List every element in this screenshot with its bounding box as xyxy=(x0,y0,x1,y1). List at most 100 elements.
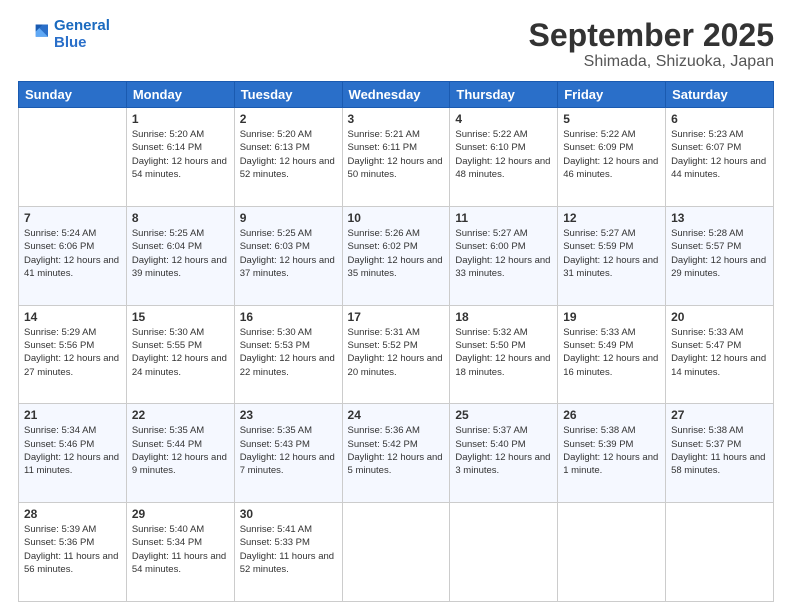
day-number: 20 xyxy=(671,310,768,324)
weekday-header-saturday: Saturday xyxy=(666,82,774,108)
day-cell: 19 Sunrise: 5:33 AMSunset: 5:49 PMDayligh… xyxy=(558,305,666,404)
day-cell: 11 Sunrise: 5:27 AMSunset: 6:00 PMDayligh… xyxy=(450,206,558,305)
day-info: Sunrise: 5:31 AMSunset: 5:52 PMDaylight:… xyxy=(348,326,445,379)
day-info: Sunrise: 5:39 AMSunset: 5:36 PMDaylight:… xyxy=(24,523,121,576)
day-cell xyxy=(450,503,558,602)
day-number: 4 xyxy=(455,112,552,126)
day-number: 25 xyxy=(455,408,552,422)
header: General Blue September 2025 Shimada, Shi… xyxy=(18,18,774,71)
day-cell xyxy=(19,108,127,207)
day-number: 21 xyxy=(24,408,121,422)
day-number: 5 xyxy=(563,112,660,126)
day-info: Sunrise: 5:33 AMSunset: 5:47 PMDaylight:… xyxy=(671,326,768,379)
day-cell: 24Sunrise: 5:36 AMSunset: 5:42 PMDayligh… xyxy=(342,404,450,503)
day-number: 12 xyxy=(563,211,660,225)
day-number: 17 xyxy=(348,310,445,324)
logo-blue: Blue xyxy=(54,35,110,52)
day-info: Sunrise: 5:25 AMSunset: 6:04 PMDaylight:… xyxy=(132,227,229,280)
day-cell: 1Sunrise: 5:20 AMSunset: 6:14 PMDaylight… xyxy=(126,108,234,207)
day-number: 19 xyxy=(563,310,660,324)
day-info: Sunrise: 5:37 AMSunset: 5:40 PMDaylight:… xyxy=(455,424,552,477)
day-cell: 30 Sunrise: 5:41 AMSunset: 5:33 PMDayligh… xyxy=(234,503,342,602)
day-info: Sunrise: 5:30 AMSunset: 5:55 PMDaylight:… xyxy=(132,326,229,379)
day-cell: 23 Sunrise: 5:35 AMSunset: 5:43 PMDayligh… xyxy=(234,404,342,503)
day-info: Sunrise: 5:30 AMSunset: 5:53 PMDaylight:… xyxy=(240,326,337,379)
day-info: Sunrise: 5:25 AMSunset: 6:03 PMDaylight:… xyxy=(240,227,337,280)
day-info: Sunrise: 5:20 AMSunset: 6:13 PMDaylight:… xyxy=(240,128,337,181)
week-row-3: 14Sunrise: 5:29 AMSunset: 5:56 PMDayligh… xyxy=(19,305,774,404)
day-cell: 29 Sunrise: 5:40 AMSunset: 5:34 PMDayligh… xyxy=(126,503,234,602)
day-info: Sunrise: 5:35 AMSunset: 5:43 PMDaylight:… xyxy=(240,424,337,477)
day-number: 3 xyxy=(348,112,445,126)
day-info: Sunrise: 5:41 AMSunset: 5:33 PMDaylight:… xyxy=(240,523,337,576)
day-number: 22 xyxy=(132,408,229,422)
day-info: Sunrise: 5:34 AMSunset: 5:46 PMDaylight:… xyxy=(24,424,121,477)
day-number: 6 xyxy=(671,112,768,126)
day-cell: 13Sunrise: 5:28 AMSunset: 5:57 PMDayligh… xyxy=(666,206,774,305)
day-number: 10 xyxy=(348,211,445,225)
day-info: Sunrise: 5:27 AMSunset: 6:00 PMDaylight:… xyxy=(455,227,552,280)
day-cell: 3Sunrise: 5:21 AMSunset: 6:11 PMDaylight… xyxy=(342,108,450,207)
day-number: 13 xyxy=(671,211,768,225)
day-cell: 22 Sunrise: 5:35 AMSunset: 5:44 PMDayligh… xyxy=(126,404,234,503)
day-info: Sunrise: 5:35 AMSunset: 5:44 PMDaylight:… xyxy=(132,424,229,477)
day-cell xyxy=(342,503,450,602)
day-cell: 12 Sunrise: 5:27 AMSunset: 5:59 PMDayligh… xyxy=(558,206,666,305)
day-number: 9 xyxy=(240,211,337,225)
day-cell: 20 Sunrise: 5:33 AMSunset: 5:47 PMDayligh… xyxy=(666,305,774,404)
day-number: 28 xyxy=(24,507,121,521)
day-number: 30 xyxy=(240,507,337,521)
day-number: 15 xyxy=(132,310,229,324)
day-number: 11 xyxy=(455,211,552,225)
day-cell xyxy=(666,503,774,602)
day-number: 26 xyxy=(563,408,660,422)
day-cell: 16Sunrise: 5:30 AMSunset: 5:53 PMDayligh… xyxy=(234,305,342,404)
day-info: Sunrise: 5:26 AMSunset: 6:02 PMDaylight:… xyxy=(348,227,445,280)
month-title: September 2025 xyxy=(529,18,774,53)
day-number: 8 xyxy=(132,211,229,225)
day-cell: 6 Sunrise: 5:23 AMSunset: 6:07 PMDaylight… xyxy=(666,108,774,207)
weekday-header-monday: Monday xyxy=(126,82,234,108)
day-cell: 7 Sunrise: 5:24 AMSunset: 6:06 PMDaylight… xyxy=(19,206,127,305)
location-title: Shimada, Shizuoka, Japan xyxy=(529,53,774,71)
day-info: Sunrise: 5:27 AMSunset: 5:59 PMDaylight:… xyxy=(563,227,660,280)
day-info: Sunrise: 5:22 AMSunset: 6:09 PMDaylight:… xyxy=(563,128,660,181)
day-number: 7 xyxy=(24,211,121,225)
day-cell xyxy=(558,503,666,602)
page: General Blue September 2025 Shimada, Shi… xyxy=(0,0,792,612)
week-row-2: 7 Sunrise: 5:24 AMSunset: 6:06 PMDaylight… xyxy=(19,206,774,305)
day-cell: 14Sunrise: 5:29 AMSunset: 5:56 PMDayligh… xyxy=(19,305,127,404)
week-row-1: 1Sunrise: 5:20 AMSunset: 6:14 PMDaylight… xyxy=(19,108,774,207)
day-cell: 4 Sunrise: 5:22 AMSunset: 6:10 PMDaylight… xyxy=(450,108,558,207)
day-number: 1 xyxy=(132,112,229,126)
day-info: Sunrise: 5:22 AMSunset: 6:10 PMDaylight:… xyxy=(455,128,552,181)
day-cell: 8 Sunrise: 5:25 AMSunset: 6:04 PMDaylight… xyxy=(126,206,234,305)
logo: General Blue xyxy=(18,18,110,51)
logo-text: General Blue xyxy=(54,18,110,51)
day-info: Sunrise: 5:33 AMSunset: 5:49 PMDaylight:… xyxy=(563,326,660,379)
day-info: Sunrise: 5:36 AMSunset: 5:42 PMDaylight:… xyxy=(348,424,445,477)
day-number: 2 xyxy=(240,112,337,126)
day-cell: 28 Sunrise: 5:39 AMSunset: 5:36 PMDayligh… xyxy=(19,503,127,602)
day-info: Sunrise: 5:40 AMSunset: 5:34 PMDaylight:… xyxy=(132,523,229,576)
day-cell: 27 Sunrise: 5:38 AMSunset: 5:37 PMDayligh… xyxy=(666,404,774,503)
day-number: 23 xyxy=(240,408,337,422)
weekday-header-sunday: Sunday xyxy=(19,82,127,108)
logo-general: General xyxy=(54,17,110,34)
weekday-header-tuesday: Tuesday xyxy=(234,82,342,108)
day-number: 14 xyxy=(24,310,121,324)
day-info: Sunrise: 5:23 AMSunset: 6:07 PMDaylight:… xyxy=(671,128,768,181)
day-info: Sunrise: 5:24 AMSunset: 6:06 PMDaylight:… xyxy=(24,227,121,280)
day-number: 29 xyxy=(132,507,229,521)
day-cell: 18Sunrise: 5:32 AMSunset: 5:50 PMDayligh… xyxy=(450,305,558,404)
day-cell: 25 Sunrise: 5:37 AMSunset: 5:40 PMDayligh… xyxy=(450,404,558,503)
weekday-header-friday: Friday xyxy=(558,82,666,108)
day-cell: 9 Sunrise: 5:25 AMSunset: 6:03 PMDaylight… xyxy=(234,206,342,305)
day-info: Sunrise: 5:32 AMSunset: 5:50 PMDaylight:… xyxy=(455,326,552,379)
weekday-header-wednesday: Wednesday xyxy=(342,82,450,108)
day-cell: 17 Sunrise: 5:31 AMSunset: 5:52 PMDayligh… xyxy=(342,305,450,404)
day-info: Sunrise: 5:38 AMSunset: 5:37 PMDaylight:… xyxy=(671,424,768,477)
day-cell: 21 Sunrise: 5:34 AMSunset: 5:46 PMDayligh… xyxy=(19,404,127,503)
day-number: 27 xyxy=(671,408,768,422)
calendar-table: SundayMondayTuesdayWednesdayThursdayFrid… xyxy=(18,81,774,602)
